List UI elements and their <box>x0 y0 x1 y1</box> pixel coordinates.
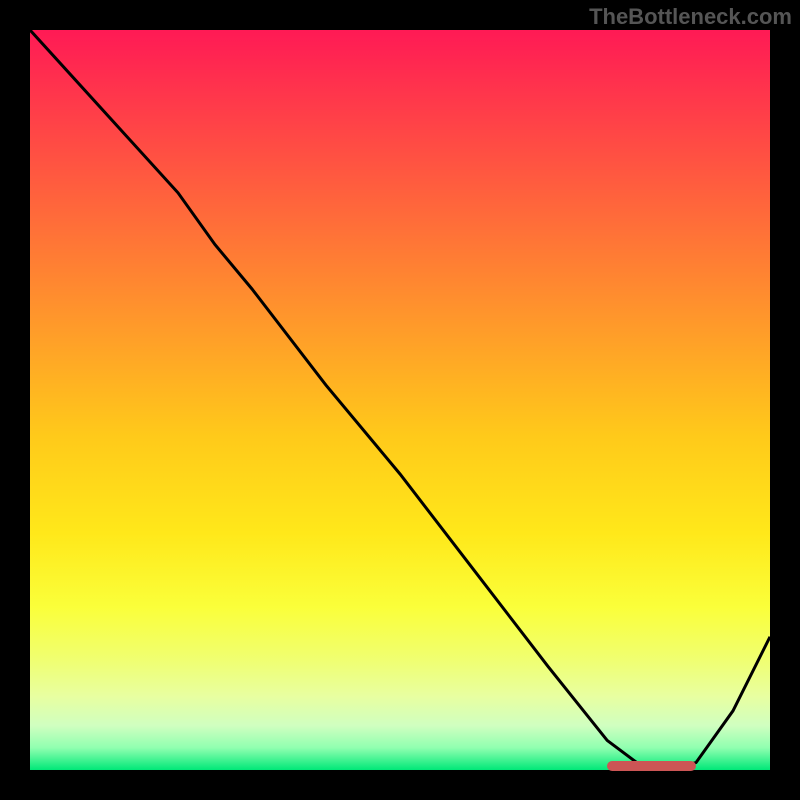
x-axis-area <box>0 770 800 800</box>
watermark-text: TheBottleneck.com <box>589 4 792 30</box>
bottleneck-curve <box>30 30 770 770</box>
y-axis-area <box>0 30 30 770</box>
optimal-range-marker <box>607 761 696 771</box>
